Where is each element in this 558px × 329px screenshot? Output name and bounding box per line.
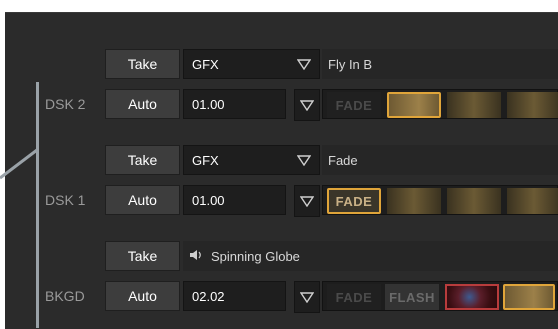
- dsk1-item-name: Fade: [322, 145, 558, 175]
- dsk2-label: DSK 2: [45, 96, 86, 112]
- bkgd-label: BKGD: [45, 288, 85, 304]
- dsk2-source-value: GFX: [192, 56, 219, 72]
- bkgd-auto-button[interactable]: Auto: [105, 281, 180, 311]
- dsk1-duration-field[interactable]: 01.00: [183, 185, 286, 215]
- dsk2-take-button[interactable]: Take: [105, 49, 180, 79]
- bkgd-take-button[interactable]: Take: [105, 241, 180, 271]
- dsk1-transition-4[interactable]: [507, 188, 558, 214]
- dsk1-transition-3[interactable]: [447, 188, 501, 214]
- bkgd-transition-flash[interactable]: FLASH: [385, 284, 439, 310]
- bkgd-item-name: Spinning Globe: [211, 248, 300, 264]
- bkgd-transition-globe[interactable]: [445, 284, 499, 310]
- dsk2-duration-value: 01.00: [192, 96, 225, 112]
- dsk2-source-dropdown-icon[interactable]: [294, 49, 314, 79]
- dsk2-item-name: Fly In B: [322, 49, 558, 79]
- dsk2-transition-strip: FADE: [322, 89, 558, 119]
- bkgd-duration-dropdown-icon[interactable]: [294, 281, 320, 313]
- dsk1-source-dropdown-icon[interactable]: [294, 145, 314, 175]
- bkgd-transition-fade[interactable]: FADE: [327, 284, 381, 310]
- bkgd-transition-selected[interactable]: [503, 284, 555, 310]
- bkgd-duration-field[interactable]: 02.02: [183, 281, 286, 311]
- dsk1-source-value: GFX: [192, 152, 219, 168]
- dsk1-auto-button[interactable]: Auto: [105, 185, 180, 215]
- dsk2-transition-3[interactable]: [447, 92, 501, 118]
- bkgd-duration-value: 02.02: [192, 288, 225, 304]
- bkgd-item-name-box: Spinning Globe: [183, 241, 558, 271]
- dsk2-transition-fade[interactable]: FADE: [327, 92, 381, 118]
- dsk1-duration-dropdown-icon[interactable]: [294, 185, 320, 217]
- dsk2-transition-selected[interactable]: [387, 92, 441, 118]
- dsk2-auto-button[interactable]: Auto: [105, 89, 180, 119]
- dsk2-transition-4[interactable]: [507, 92, 558, 118]
- dsk1-transition-fade[interactable]: FADE: [327, 188, 381, 214]
- dsk2-duration-dropdown-icon[interactable]: [294, 89, 320, 121]
- dsk1-duration-value: 01.00: [192, 192, 225, 208]
- dsk1-transition-2[interactable]: [387, 188, 441, 214]
- speaker-icon: [189, 249, 203, 264]
- dsk1-transition-strip: FADE: [322, 185, 558, 215]
- dsk1-take-button[interactable]: Take: [105, 145, 180, 175]
- bkgd-transition-strip: FADE FLASH: [322, 281, 558, 311]
- dsk2-duration-field[interactable]: 01.00: [183, 89, 286, 119]
- dsk1-label: DSK 1: [45, 192, 86, 208]
